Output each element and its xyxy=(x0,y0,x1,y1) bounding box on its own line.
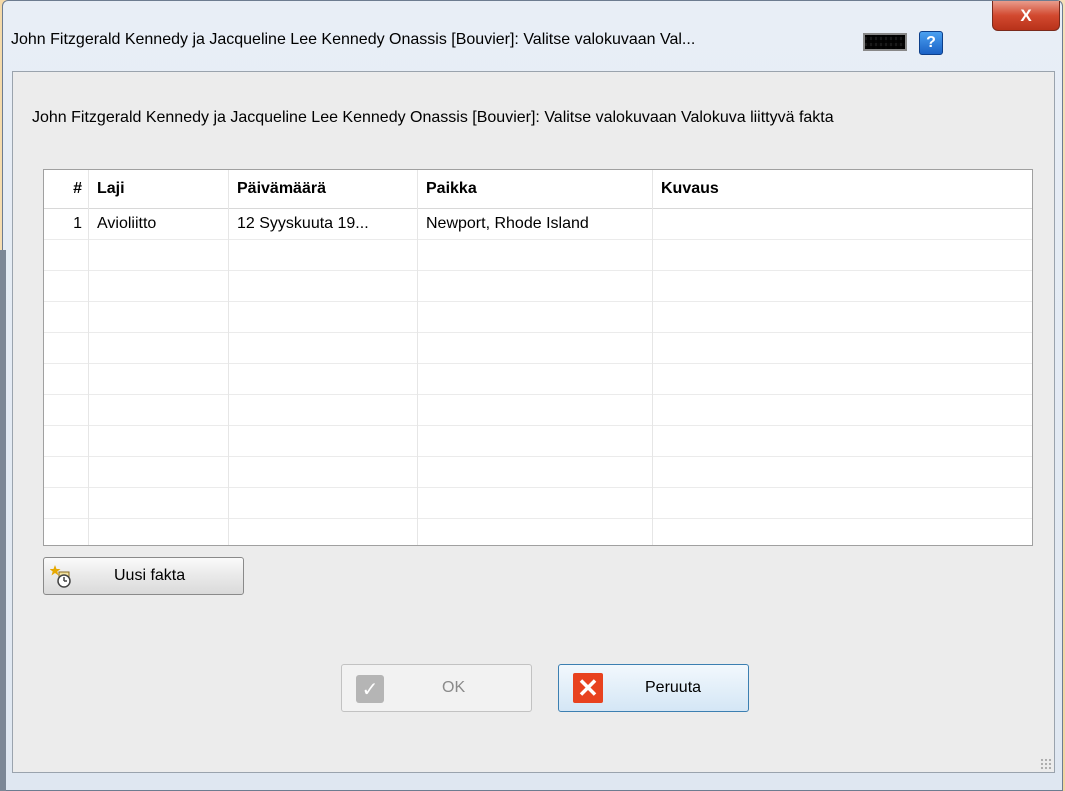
cell-type: Avioliitto xyxy=(89,208,229,239)
cell-date xyxy=(229,518,418,545)
title-bar: John Fitzgerald Kennedy ja Jacqueline Le… xyxy=(3,1,1062,71)
cell-date xyxy=(229,239,418,270)
ok-button[interactable]: ✓ OK xyxy=(341,664,532,712)
cell-type xyxy=(89,270,229,301)
cell-number xyxy=(44,363,89,394)
facts-table[interactable]: # Laji Päivämäärä Paikka Kuvaus 1 Aviolii… xyxy=(43,169,1033,546)
table-row[interactable] xyxy=(44,332,1032,364)
cell-date xyxy=(229,332,418,363)
cell-place xyxy=(418,518,653,545)
table-header: # Laji Päivämäärä Paikka Kuvaus xyxy=(44,170,1032,209)
cell-description xyxy=(653,332,1032,363)
dialog-window: John Fitzgerald Kennedy ja Jacqueline Le… xyxy=(2,0,1063,791)
cell-description xyxy=(653,425,1032,456)
close-button[interactable]: X xyxy=(992,1,1060,31)
cell-date xyxy=(229,456,418,487)
cell-date xyxy=(229,301,418,332)
cell-place xyxy=(418,394,653,425)
cell-description xyxy=(653,363,1032,394)
ok-label: OK xyxy=(442,679,466,696)
cell-date xyxy=(229,363,418,394)
cell-date xyxy=(229,425,418,456)
cell-description xyxy=(653,270,1032,301)
dialog-content: John Fitzgerald Kennedy ja Jacqueline Le… xyxy=(12,71,1055,773)
table-row[interactable] xyxy=(44,456,1032,488)
cell-place xyxy=(418,487,653,518)
cancel-button[interactable]: ✕ Peruuta xyxy=(558,664,749,712)
dialog-description: John Fitzgerald Kennedy ja Jacqueline Le… xyxy=(32,109,834,126)
cell-date xyxy=(229,270,418,301)
cell-description xyxy=(653,394,1032,425)
table-row[interactable] xyxy=(44,487,1032,519)
cell-description xyxy=(653,487,1032,518)
cell-type xyxy=(89,518,229,545)
table-row[interactable] xyxy=(44,394,1032,426)
cell-number: 1 xyxy=(44,208,89,239)
table-row[interactable] xyxy=(44,518,1032,545)
cell-number xyxy=(44,487,89,518)
cell-place xyxy=(418,363,653,394)
cancel-x-icon: ✕ xyxy=(573,673,603,703)
cell-place xyxy=(418,301,653,332)
column-header-type[interactable]: Laji xyxy=(89,170,229,208)
cell-number xyxy=(44,332,89,363)
cell-type xyxy=(89,394,229,425)
cell-number xyxy=(44,456,89,487)
cell-number xyxy=(44,425,89,456)
new-fact-label: Uusi fakta xyxy=(114,567,186,584)
cell-date xyxy=(229,487,418,518)
cell-description xyxy=(653,301,1032,332)
cell-description xyxy=(653,239,1032,270)
cell-date: 12 Syyskuuta 19... xyxy=(229,208,418,239)
cell-place: Newport, Rhode Island xyxy=(418,208,653,239)
table-row[interactable] xyxy=(44,425,1032,457)
column-header-date[interactable]: Päivämäärä xyxy=(229,170,418,208)
cell-number xyxy=(44,394,89,425)
cell-date xyxy=(229,394,418,425)
cell-type xyxy=(89,239,229,270)
cell-description xyxy=(653,518,1032,545)
cell-type xyxy=(89,487,229,518)
column-header-place[interactable]: Paikka xyxy=(418,170,653,208)
cell-type xyxy=(89,363,229,394)
cell-type xyxy=(89,332,229,363)
table-row[interactable] xyxy=(44,270,1032,302)
window-edge xyxy=(0,250,6,791)
cell-place xyxy=(418,456,653,487)
checkmark-icon: ✓ xyxy=(356,675,384,703)
table-row[interactable] xyxy=(44,301,1032,333)
cell-place xyxy=(418,270,653,301)
cell-place xyxy=(418,425,653,456)
cell-place xyxy=(418,239,653,270)
keyboard-icon[interactable] xyxy=(858,29,912,55)
cell-type xyxy=(89,301,229,332)
cell-description xyxy=(653,208,1032,239)
cell-type xyxy=(89,425,229,456)
cell-number xyxy=(44,518,89,545)
cell-number xyxy=(44,239,89,270)
column-header-description[interactable]: Kuvaus xyxy=(653,170,1032,208)
table-row[interactable]: 1 Avioliitto 12 Syyskuuta 19... Newport, Rh… xyxy=(44,208,1032,240)
cell-type xyxy=(89,456,229,487)
table-row[interactable] xyxy=(44,363,1032,395)
cell-number xyxy=(44,301,89,332)
help-icon[interactable]: ? xyxy=(919,31,943,55)
cell-place xyxy=(418,332,653,363)
cancel-label: Peruuta xyxy=(645,679,702,696)
cell-number xyxy=(44,270,89,301)
new-fact-button[interactable]: Uusi fakta xyxy=(43,557,244,595)
window-title: John Fitzgerald Kennedy ja Jacqueline Le… xyxy=(11,31,696,48)
resize-grip[interactable] xyxy=(1040,758,1052,770)
column-header-number[interactable]: # xyxy=(44,170,89,208)
cell-description xyxy=(653,456,1032,487)
new-fact-icon xyxy=(49,564,74,588)
table-row[interactable] xyxy=(44,239,1032,271)
